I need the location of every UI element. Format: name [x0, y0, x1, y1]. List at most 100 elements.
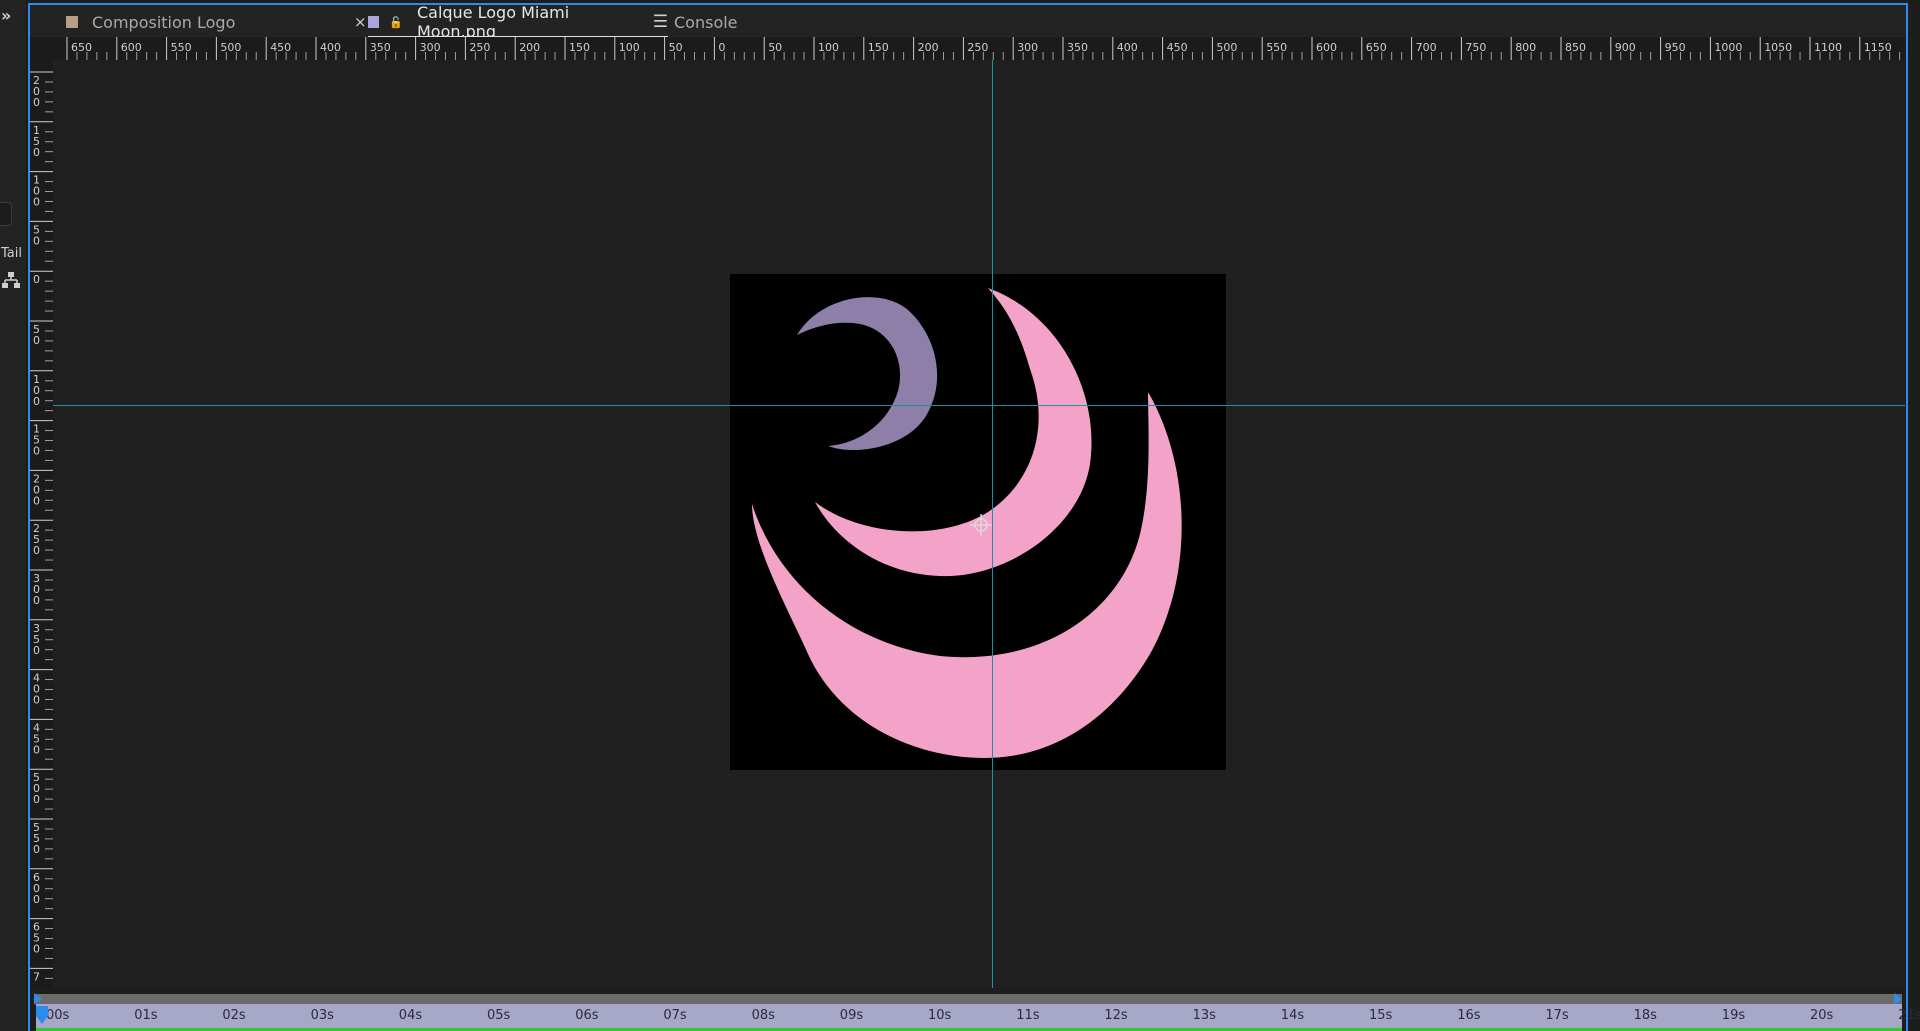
time-label: 03s	[310, 1008, 334, 1023]
time-label: 11s	[1016, 1008, 1040, 1023]
h-ruler-label: 500	[1216, 41, 1237, 54]
v-ruler-label-char: 0	[33, 334, 40, 347]
h-ruler-label: 1100	[1814, 41, 1842, 54]
time-label: 08s	[751, 1008, 775, 1023]
h-ruler-label: 750	[1465, 41, 1486, 54]
h-ruler-label: 600	[1316, 41, 1337, 54]
h-ruler-label: 100	[619, 41, 640, 54]
h-ruler-label: 350	[1067, 41, 1088, 54]
time-label: 15s	[1369, 1008, 1393, 1023]
h-ruler-label: 550	[1266, 41, 1287, 54]
h-ruler-label: 550	[171, 41, 192, 54]
h-ruler-label: 0	[718, 41, 725, 54]
h-ruler-label: 250	[469, 41, 490, 54]
time-label: 05s	[487, 1008, 511, 1023]
v-ruler-label-char: 0	[33, 694, 40, 707]
h-ruler-label: 100	[818, 41, 839, 54]
time-label: 17s	[1545, 1008, 1569, 1023]
lock-icon[interactable]: 🔓	[389, 16, 403, 29]
h-ruler-label: 350	[370, 41, 391, 54]
v-ruler-label-char: 0	[33, 395, 40, 408]
time-label: 20s	[1810, 1008, 1834, 1023]
v-ruler-label-char: 0	[33, 743, 40, 756]
v-ruler-label-char: 0	[33, 893, 40, 906]
h-ruler-label: 450	[1167, 41, 1188, 54]
h-ruler-label: 850	[1565, 41, 1586, 54]
tab-console[interactable]: Console	[674, 5, 754, 39]
time-label: 19s	[1721, 1008, 1746, 1023]
v-ruler-label-char: 0	[33, 544, 40, 557]
h-ruler-label: 50	[768, 41, 782, 54]
h-ruler-label: 400	[1117, 41, 1138, 54]
time-label: 21s	[1898, 1008, 1920, 1023]
close-icon[interactable]: ×	[354, 5, 367, 39]
collapsed-panel-handle[interactable]	[0, 202, 12, 226]
v-ruler-label-char: 0	[33, 445, 40, 458]
v-ruler-label-char: 0	[33, 96, 40, 109]
v-ruler-label-char: 0	[33, 943, 40, 956]
v-ruler-label-char: 0	[33, 494, 40, 507]
layer-viewer[interactable]	[53, 60, 1905, 988]
hierarchy-icon[interactable]	[1, 271, 21, 289]
time-label: 18s	[1633, 1008, 1657, 1023]
h-ruler-label: 800	[1515, 41, 1536, 54]
h-ruler-label: 250	[967, 41, 988, 54]
h-ruler-label: 150	[868, 41, 889, 54]
h-ruler-label: 900	[1615, 41, 1636, 54]
h-ruler-label: 1150	[1864, 41, 1892, 54]
h-ruler-label: 200	[918, 41, 939, 54]
h-ruler-label: 1050	[1764, 41, 1792, 54]
time-label: 02s	[222, 1008, 246, 1023]
tab-console-label: Console	[674, 12, 738, 32]
horizontal-guide[interactable]	[53, 405, 1905, 406]
h-ruler-label: 950	[1665, 41, 1686, 54]
vertical-ruler[interactable]: 2001501005005010015020025030035040045050…	[30, 60, 53, 988]
h-ruler-label: 150	[569, 41, 590, 54]
time-label: 00s	[46, 1008, 70, 1023]
h-ruler-label: 200	[519, 41, 540, 54]
time-label: 06s	[575, 1008, 599, 1023]
hamburger-menu-icon[interactable]: ☰	[653, 12, 668, 32]
h-ruler-label: 300	[1017, 41, 1038, 54]
timeline-work-area[interactable]	[36, 994, 1902, 1004]
time-label: 13s	[1192, 1008, 1216, 1023]
tab-composition-logo[interactable]: Composition Logo ×	[66, 5, 367, 39]
h-ruler-label: 700	[1416, 41, 1437, 54]
time-label: 09s	[839, 1008, 864, 1023]
v-ruler-label-char: 0	[33, 146, 40, 159]
composition-color-swatch	[66, 16, 78, 28]
horizontal-ruler[interactable]: 650 600 550 500 450 400 350 300 250 200 150 100 50 0 5…	[53, 37, 1905, 60]
v-ruler-label-char: 0	[33, 273, 40, 286]
tab-layer-miami-moon[interactable]: 🔓 Calque Logo Miami Moon.png ☰	[368, 3, 668, 41]
tail-label: Tail	[1, 246, 22, 261]
h-ruler-label: 650	[71, 41, 92, 54]
h-ruler-label: 450	[270, 41, 291, 54]
h-ruler-label: 650	[1366, 41, 1387, 54]
anchor-point-icon[interactable]	[968, 512, 994, 538]
layer-color-swatch	[368, 16, 380, 28]
time-label: 12s	[1104, 1008, 1128, 1023]
left-toolbar	[0, 0, 26, 1031]
h-ruler-label: 50	[669, 41, 683, 54]
time-label: 10s	[928, 1008, 952, 1023]
h-ruler-label: 500	[220, 41, 241, 54]
ruler-corner[interactable]	[30, 37, 53, 60]
h-ruler-label: 300	[420, 41, 441, 54]
v-ruler-label-char: 0	[33, 234, 40, 247]
double-chevron-right-icon[interactable]: »	[1, 8, 19, 24]
time-label: 04s	[398, 1008, 423, 1023]
tab-composition-label: Composition Logo	[92, 12, 236, 32]
h-ruler-label: 600	[121, 41, 142, 54]
time-label: 01s	[134, 1008, 158, 1023]
v-ruler-label-char: 0	[33, 843, 40, 856]
h-ruler-label: 400	[320, 41, 341, 54]
v-ruler-label-char: 7	[33, 970, 40, 983]
time-label: 14s	[1280, 1008, 1305, 1023]
h-ruler-label: 1000	[1714, 41, 1742, 54]
v-ruler-label-char: 0	[33, 793, 40, 806]
v-ruler-label-char: 0	[33, 594, 40, 607]
v-ruler-label-char: 0	[33, 644, 40, 657]
time-label: 07s	[663, 1008, 687, 1023]
v-ruler-label-char: 0	[33, 196, 40, 209]
time-label: 16s	[1457, 1008, 1481, 1023]
